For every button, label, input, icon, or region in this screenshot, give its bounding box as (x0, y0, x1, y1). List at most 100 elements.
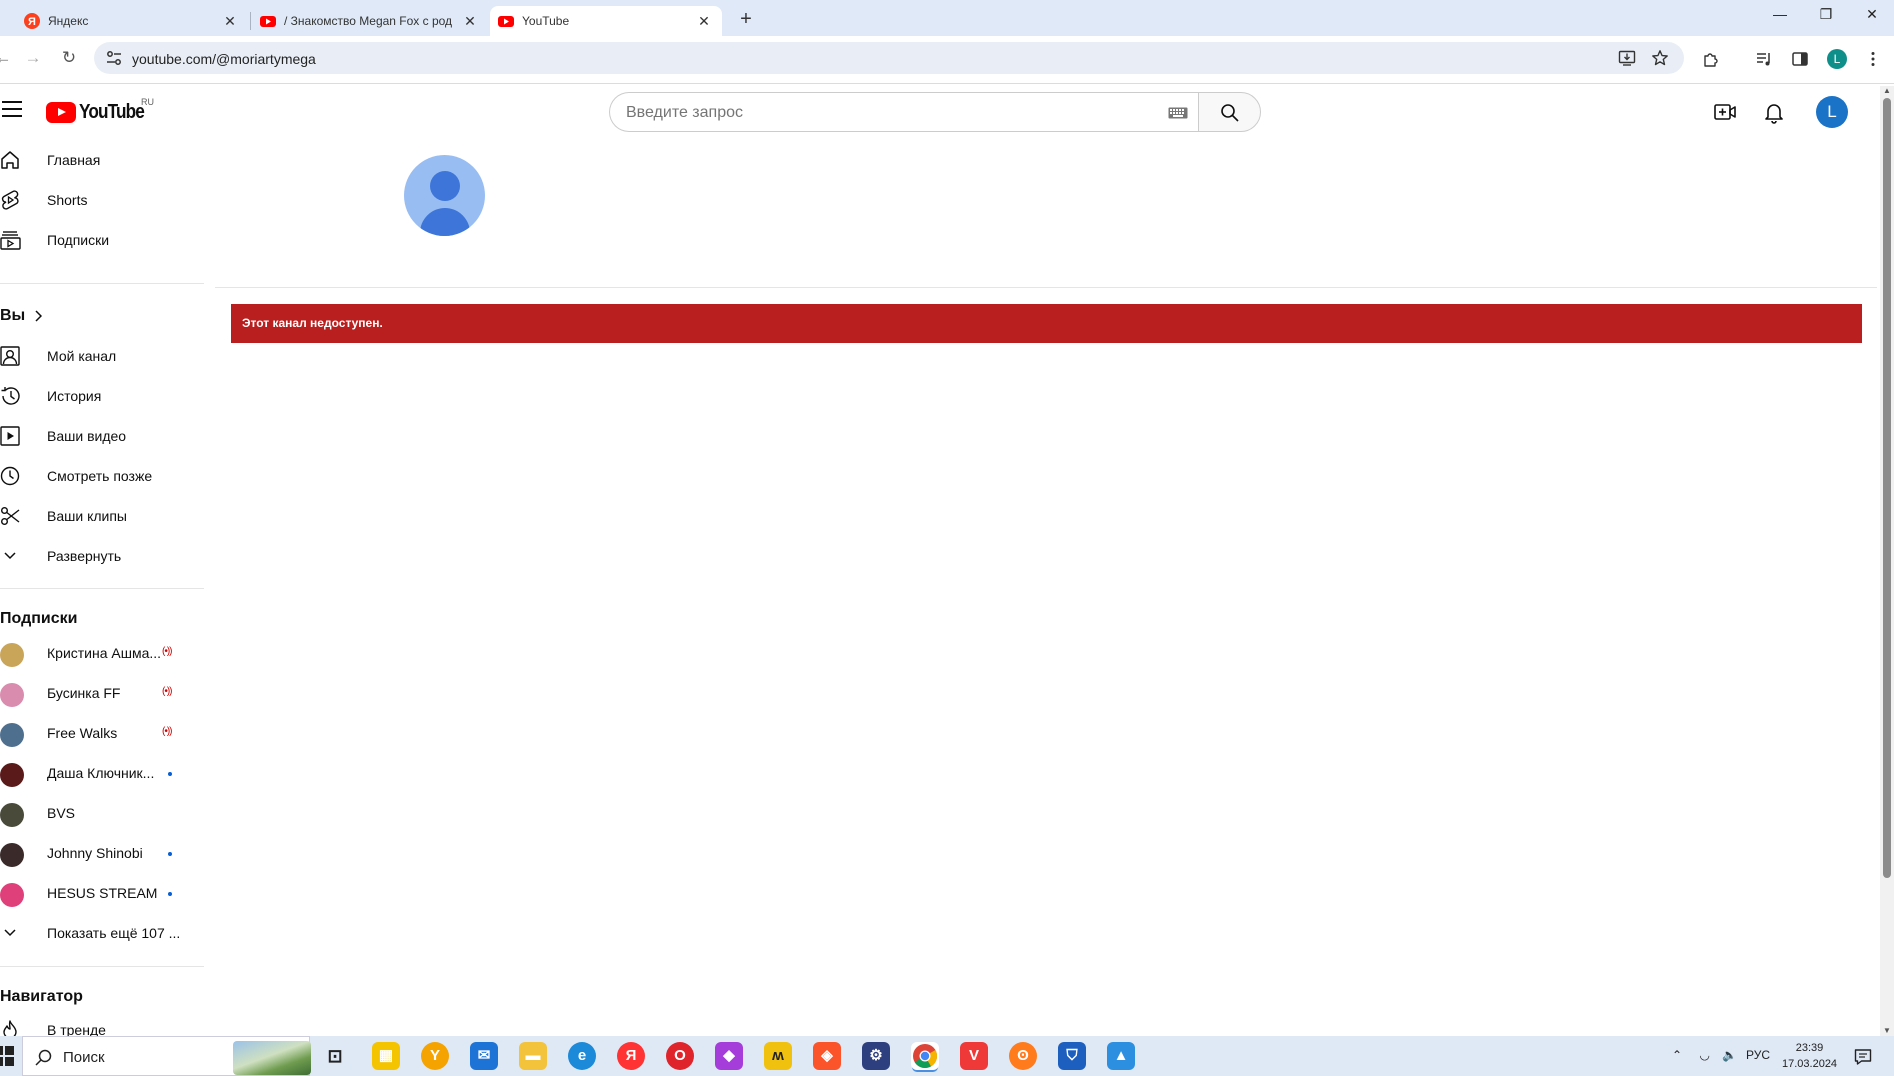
tab-youtube[interactable]: YouTube ✕ (490, 6, 722, 36)
taskbar-search[interactable]: Поиск (22, 1036, 311, 1076)
tab-yandex[interactable]: Я Яндекс ✕ (0, 6, 248, 36)
back-icon[interactable]: ← (0, 48, 14, 68)
photos-app-icon[interactable]: ▲ (1107, 1042, 1135, 1070)
subscription-item[interactable]: Free Walks (•)) (0, 713, 204, 753)
youtube-logo[interactable]: YouTube (46, 101, 155, 124)
new-tab-button[interactable]: + (734, 8, 758, 31)
yandex-favicon-icon: Я (24, 13, 40, 29)
shape-app-icon[interactable]: ◆ (715, 1042, 743, 1070)
notification-center-icon[interactable] (1854, 1048, 1872, 1066)
sidebar-item-label: История (47, 388, 102, 404)
install-app-icon[interactable] (1618, 49, 1636, 67)
keyboard-icon[interactable] (1168, 107, 1188, 119)
sidebar-item-expand[interactable]: Развернуть (0, 536, 204, 576)
search-button[interactable] (1198, 92, 1261, 132)
security-shield-icon[interactable]: ⛉ (1058, 1042, 1086, 1070)
chevron-down-icon (4, 929, 16, 937)
media-control-icon[interactable] (1755, 50, 1773, 68)
search-icon (1221, 104, 1239, 122)
sidebar-item-show-more[interactable]: Показать ещё 107 ... (0, 913, 204, 953)
channel-avatar (0, 843, 24, 867)
close-tab-icon[interactable]: ✕ (696, 13, 712, 30)
subscription-item[interactable]: Кристина Ашма... (•)) (0, 633, 204, 673)
live-indicator-icon: (•)) (162, 686, 172, 697)
task-view-icon[interactable]: ⊡ (321, 1042, 349, 1070)
sidebar-item-clips[interactable]: Ваши клипы (0, 496, 204, 536)
sidebar-item-label: Ваши клипы (47, 508, 127, 524)
channel-name: Free Walks (47, 725, 118, 741)
address-bar[interactable]: youtube.com/@moriartymega (94, 42, 1684, 74)
sidebar-item-history[interactable]: История (0, 376, 204, 416)
edge-icon[interactable]: e (568, 1042, 596, 1070)
sidebar-item-shorts[interactable]: Shorts (0, 180, 204, 220)
mail-icon[interactable]: ✉ (470, 1042, 498, 1070)
reload-icon[interactable]: ↻ (58, 48, 80, 68)
windows-start-icon[interactable] (0, 1046, 14, 1066)
close-window-icon[interactable]: ✕ (1860, 6, 1884, 23)
tray-expand-icon[interactable]: ⌃ (1672, 1048, 1682, 1062)
forward-icon[interactable]: → (22, 48, 44, 68)
restore-icon[interactable]: ❐ (1814, 6, 1838, 23)
yandex-browser-icon[interactable]: Y (421, 1042, 449, 1070)
my-channel-icon (0, 346, 20, 366)
scrollbar-thumb[interactable] (1883, 98, 1891, 878)
chrome-icon[interactable] (911, 1042, 939, 1070)
extensions-icon[interactable] (1702, 50, 1720, 68)
wifi-icon[interactable]: ◟◞ (1700, 1048, 1709, 1062)
side-panel-icon[interactable] (1791, 50, 1809, 68)
sidebar-item-my-channel[interactable]: Мой канал (0, 336, 204, 376)
close-tab-icon[interactable]: ✕ (462, 13, 478, 30)
sidebar-item-watch-later[interactable]: Смотреть позже (0, 456, 204, 496)
channel-avatar (0, 683, 24, 707)
sidebar-item-trending[interactable]: В тренде (0, 1010, 204, 1036)
notifications-bell-icon[interactable] (1764, 102, 1784, 124)
browser-profile-avatar[interactable]: L (1827, 49, 1847, 69)
search-input[interactable] (626, 104, 1136, 122)
volume-icon[interactable]: 🔈 (1722, 1048, 1737, 1062)
beeline-icon[interactable]: ʍ (764, 1042, 792, 1070)
bookmark-star-icon[interactable] (1651, 49, 1669, 67)
shorts-icon (1, 190, 19, 210)
search-box (609, 92, 1198, 132)
sidebar-item-home[interactable]: Главная (0, 140, 204, 180)
scroll-up-icon[interactable]: ▲ (1883, 86, 1891, 95)
language-indicator[interactable]: РУС (1746, 1048, 1770, 1062)
create-video-icon[interactable] (1714, 102, 1736, 122)
trending-icon (3, 1020, 17, 1036)
opera-icon[interactable]: O (666, 1042, 694, 1070)
browser-tab-strip: Я Яндекс ✕ / Знакомство Megan Fox с род … (0, 0, 1894, 36)
account-avatar[interactable]: L (1816, 96, 1848, 128)
sidebar-item-label: В тренде (47, 1022, 106, 1036)
scroll-down-icon[interactable]: ▼ (1883, 1026, 1891, 1035)
sidebar-you-heading[interactable]: Вы (0, 296, 204, 336)
clock[interactable]: 23:39 17.03.2024 (1782, 1040, 1837, 1072)
tab-divider (250, 12, 251, 30)
guide-menu-icon[interactable] (2, 101, 22, 117)
subscriptions-icon (0, 231, 21, 250)
channel-unavailable-alert: Этот канал недоступен. (231, 304, 1862, 343)
subscription-item[interactable]: Бусинка FF (•)) (0, 673, 204, 713)
sidebar-item-label: Развернуть (47, 548, 122, 564)
subscription-item[interactable]: Johnny Shinobi (0, 833, 204, 873)
game-app-icon[interactable]: ⚙ (862, 1042, 890, 1070)
sidebar-item-your-videos[interactable]: Ваши видео (0, 416, 204, 456)
subscription-item[interactable]: HESUS STREAM (0, 873, 204, 913)
subscription-item[interactable]: Даша Ключник... (0, 753, 204, 793)
close-tab-icon[interactable]: ✕ (222, 13, 238, 30)
firefox-icon[interactable]: ʘ (1009, 1042, 1037, 1070)
sidebar-item-subscriptions[interactable]: Подписки (0, 220, 204, 260)
vivaldi-icon[interactable]: V (960, 1042, 988, 1070)
taskbar-search-label: Поиск (63, 1049, 105, 1066)
site-settings-icon[interactable] (106, 50, 122, 66)
minimize-icon[interactable]: — (1768, 6, 1792, 22)
page-scrollbar[interactable]: ▲ ▼ (1880, 86, 1894, 1036)
tab-megan-fox[interactable]: / Знакомство Megan Fox с род ✕ (252, 6, 488, 36)
file-explorer-icon[interactable]: ▬ (519, 1042, 547, 1070)
microsoft-store-icon[interactable]: ▦ (372, 1042, 400, 1070)
clock-date: 17.03.2024 (1782, 1058, 1838, 1070)
subscription-item[interactable]: BVS (0, 793, 204, 833)
brave-icon[interactable]: ◈ (813, 1042, 841, 1070)
new-content-dot (168, 892, 172, 896)
yandex-icon[interactable]: Я (617, 1042, 645, 1070)
browser-menu-icon[interactable] (1864, 50, 1882, 68)
